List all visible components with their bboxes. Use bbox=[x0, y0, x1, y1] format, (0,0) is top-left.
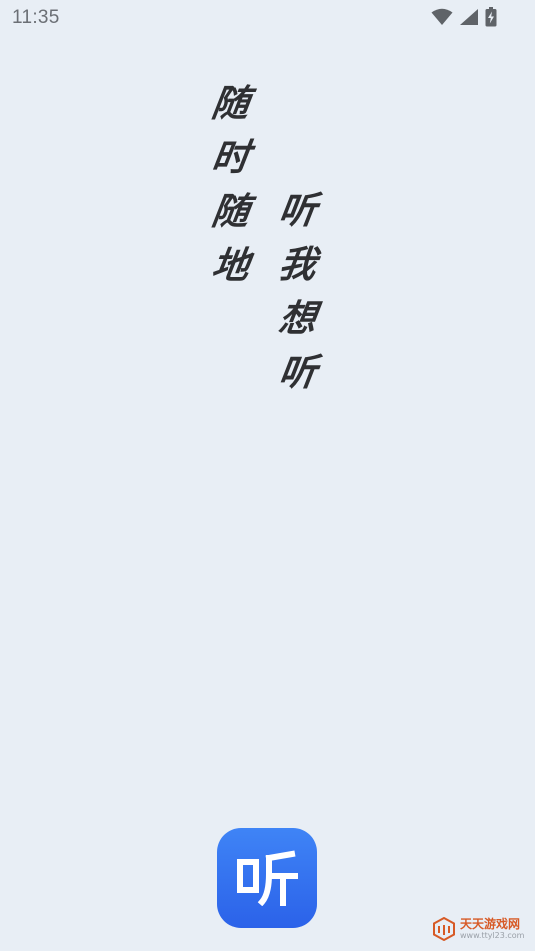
slogan-char: 时 bbox=[209, 136, 253, 179]
app-logo-glyph-icon bbox=[237, 850, 298, 906]
watermark-title: 天天游戏网 bbox=[460, 917, 521, 931]
slogan-char: 听 bbox=[276, 351, 320, 394]
status-icons bbox=[431, 6, 497, 28]
slogan-char: 随 bbox=[209, 190, 253, 233]
status-bar: 11:35 bbox=[0, 0, 535, 36]
slogan-column-left: 随 时 随 地 bbox=[209, 77, 252, 293]
slogan-char: 随 bbox=[209, 82, 253, 125]
slogan-char: 我 bbox=[276, 243, 320, 286]
slogan-char: 想 bbox=[276, 297, 320, 340]
cell-signal-icon bbox=[460, 9, 478, 25]
status-time: 11:35 bbox=[12, 7, 60, 28]
wifi-icon bbox=[431, 8, 453, 25]
watermark-url: www.ttyl23.com bbox=[460, 931, 525, 940]
app-logo bbox=[217, 828, 317, 928]
watermark: 天天游戏网 www.ttyl23.com bbox=[432, 915, 532, 945]
slogan-char: 地 bbox=[209, 244, 253, 287]
battery-charging-icon bbox=[485, 7, 497, 27]
watermark-logo-icon bbox=[433, 917, 455, 941]
slogan-column-right: 听 我 想 听 bbox=[276, 184, 319, 400]
slogan-char: 听 bbox=[276, 189, 320, 232]
